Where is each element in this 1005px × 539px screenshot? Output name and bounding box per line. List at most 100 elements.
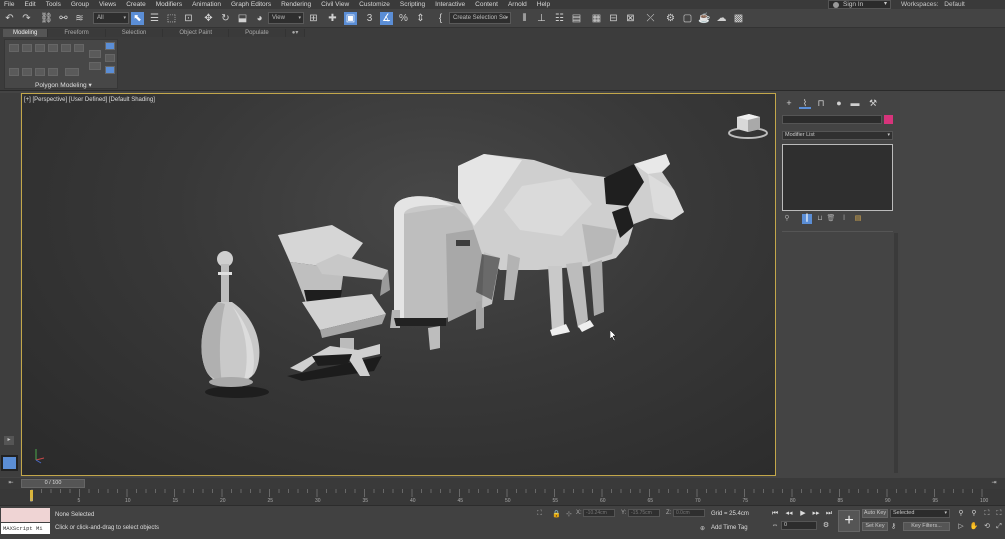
time-slider-prev-icon[interactable]: ⇤ <box>4 479 18 488</box>
menu-rendering[interactable]: Rendering <box>277 1 317 8</box>
pin-stack-icon[interactable]: ⚲ <box>782 214 792 224</box>
zoom-extents-icon[interactable]: ⛶ <box>982 509 992 519</box>
current-frame-field[interactable]: 0 <box>781 521 817 530</box>
menu-edit[interactable]: Edit <box>20 1 41 8</box>
tab-modeling[interactable]: Modeling <box>3 29 49 37</box>
scene-objects[interactable] <box>22 94 776 476</box>
edit-named-selection-icon[interactable]: { <box>434 12 447 25</box>
repeat-last-icon[interactable] <box>9 68 19 76</box>
bind-space-warp-icon[interactable]: ≋ <box>73 12 86 25</box>
set-key-icon[interactable]: + <box>838 510 860 532</box>
schematic-view-icon[interactable]: ⊠ <box>624 12 637 25</box>
command-panel-scrollbar[interactable] <box>894 233 898 473</box>
tab-selection[interactable]: Selection <box>105 29 164 37</box>
use-displace-icon[interactable] <box>105 66 115 74</box>
preserve-uvs-icon[interactable] <box>89 62 101 70</box>
time-slider-next-icon[interactable]: ⇥ <box>987 479 1001 488</box>
redo-icon[interactable]: ↷ <box>20 12 33 25</box>
workspaces-selector[interactable]: Workspaces: Default <box>901 0 965 9</box>
meshsmooth-icon[interactable] <box>65 68 79 76</box>
menu-scripting[interactable]: Scripting <box>396 1 431 8</box>
display-tab-icon[interactable]: ▬ <box>849 98 861 109</box>
undo-icon[interactable]: ↶ <box>3 12 16 25</box>
modifier-stack[interactable] <box>782 144 893 211</box>
show-end-result-icon[interactable] <box>105 42 115 50</box>
tab-populate[interactable]: Populate <box>229 29 286 37</box>
play-icon[interactable]: ▶ <box>798 509 808 519</box>
align-icon[interactable]: ⊥ <box>535 12 548 25</box>
cut-icon[interactable] <box>48 68 58 76</box>
sign-in-button[interactable]: Sign In ▾ <box>828 0 891 9</box>
scale-icon[interactable]: ⬓ <box>236 12 249 25</box>
set-key-button[interactable]: Set Key <box>862 522 888 531</box>
tab-object-paint[interactable]: Object Paint <box>163 29 230 37</box>
previous-frame-icon[interactable]: ◂◂ <box>784 509 794 519</box>
vertex-icon[interactable] <box>22 44 32 52</box>
reference-coordinate-dropdown[interactable]: View ▾ <box>268 12 304 24</box>
time-slider[interactable]: ⇤ 0 / 100 ⇥ <box>0 478 1005 489</box>
zoom-extents-all-icon[interactable]: ⛶ <box>994 509 1004 519</box>
move-icon[interactable]: ✥ <box>202 12 215 25</box>
angle-snap-icon[interactable]: ∡ <box>380 12 393 25</box>
key-mode-icon[interactable]: ⇔ <box>770 521 780 531</box>
select-by-name-icon[interactable]: ☰ <box>148 12 161 25</box>
keyboard-shortcut-override-icon[interactable]: ▣ <box>344 12 357 25</box>
menu-arnold[interactable]: Arnold <box>504 1 533 8</box>
time-slider-handle[interactable]: 0 / 100 <box>21 479 85 488</box>
time-configuration-icon[interactable]: ⚙ <box>821 521 831 531</box>
render-setup-icon[interactable]: ⚙ <box>664 12 677 25</box>
show-end-result-icon[interactable]: ┃ <box>802 214 812 224</box>
perspective-viewport[interactable]: [+] [Perspective] [User Defined] [Defaul… <box>21 93 776 476</box>
menu-content[interactable]: Content <box>471 1 504 8</box>
next-frame-icon[interactable]: ▸▸ <box>811 509 821 519</box>
make-unique-icon[interactable]: ⊔ <box>815 214 825 224</box>
isolate-selection-icon[interactable]: ⛶ <box>537 510 542 518</box>
polygon-icon[interactable] <box>61 44 71 52</box>
absolute-mode-icon[interactable]: ⊹ <box>566 510 572 518</box>
rotate-icon[interactable]: ↻ <box>219 12 232 25</box>
swiftloop-icon[interactable] <box>35 68 45 76</box>
ribbon-options-icon[interactable]: ●▾ <box>285 29 306 37</box>
menu-create[interactable]: Create <box>122 1 152 8</box>
remove-modifier-alt-icon[interactable]: ǀ <box>839 214 849 224</box>
z-coord-field[interactable]: 0.0cm <box>673 509 705 517</box>
maxscript-listener-box[interactable] <box>1 508 50 522</box>
configure-modifier-sets-icon[interactable]: ▤ <box>853 214 863 224</box>
track-bar[interactable]: 0 5 10 15 20 25 30 35 40 45 50 55 60 65 70 75 80 85 90 95 10… <box>0 489 1005 505</box>
motion-tab-icon[interactable]: ● <box>833 98 845 109</box>
key-selection-dropdown[interactable]: Selected ▾ <box>890 509 950 518</box>
create-tab-icon[interactable]: + <box>783 98 795 109</box>
viewcube-icon[interactable] <box>728 112 770 140</box>
pivot-center-icon[interactable]: ⊞ <box>307 12 320 25</box>
auto-key-button[interactable]: Auto Key <box>862 509 888 518</box>
object-name-field[interactable] <box>782 115 882 124</box>
menu-file[interactable]: File <box>0 1 20 8</box>
element-icon[interactable] <box>74 44 84 52</box>
rendered-frame-window-icon[interactable]: ▢ <box>681 12 694 25</box>
quickslice-icon[interactable] <box>22 68 32 76</box>
curve-editor-icon[interactable]: ⊟ <box>607 12 620 25</box>
edge-icon[interactable] <box>35 44 45 52</box>
snaps-toggle-icon[interactable]: 3 <box>363 12 376 25</box>
rectangular-selection-icon[interactable]: ⬚ <box>165 12 178 25</box>
toggle-command-mode-icon[interactable] <box>105 54 115 62</box>
window-crossing-icon[interactable]: ⊡ <box>182 12 195 25</box>
placement-icon[interactable]: ◕ <box>253 12 266 25</box>
object-color-swatch[interactable] <box>884 115 893 124</box>
zoom-all-icon[interactable]: ⚲ <box>969 509 979 519</box>
pan-view-icon[interactable]: ✋ <box>969 522 979 532</box>
collapse-stack-icon[interactable] <box>89 50 101 58</box>
menu-help[interactable]: Help <box>533 1 556 8</box>
spinner-snap-icon[interactable]: ⇕ <box>414 12 427 25</box>
select-object-icon[interactable]: ⬉ <box>131 12 144 25</box>
key-filter-icon[interactable]: ⚷ <box>891 522 896 530</box>
remove-modifier-icon[interactable]: 🗑 <box>826 214 836 224</box>
link-icon[interactable]: ⛓ <box>40 12 53 25</box>
menu-graph-editors[interactable]: Graph Editors <box>227 1 277 8</box>
mirror-icon[interactable]: ⫴ <box>518 12 531 25</box>
menu-animation[interactable]: Animation <box>188 1 227 8</box>
maximize-viewport-icon[interactable]: ⤢ <box>994 522 1004 532</box>
menu-modifiers[interactable]: Modifiers <box>152 1 188 8</box>
material-editor-icon[interactable]: ⤫ <box>644 12 657 25</box>
maxscript-mini-listener[interactable]: MAXScript Mi <box>1 523 50 534</box>
